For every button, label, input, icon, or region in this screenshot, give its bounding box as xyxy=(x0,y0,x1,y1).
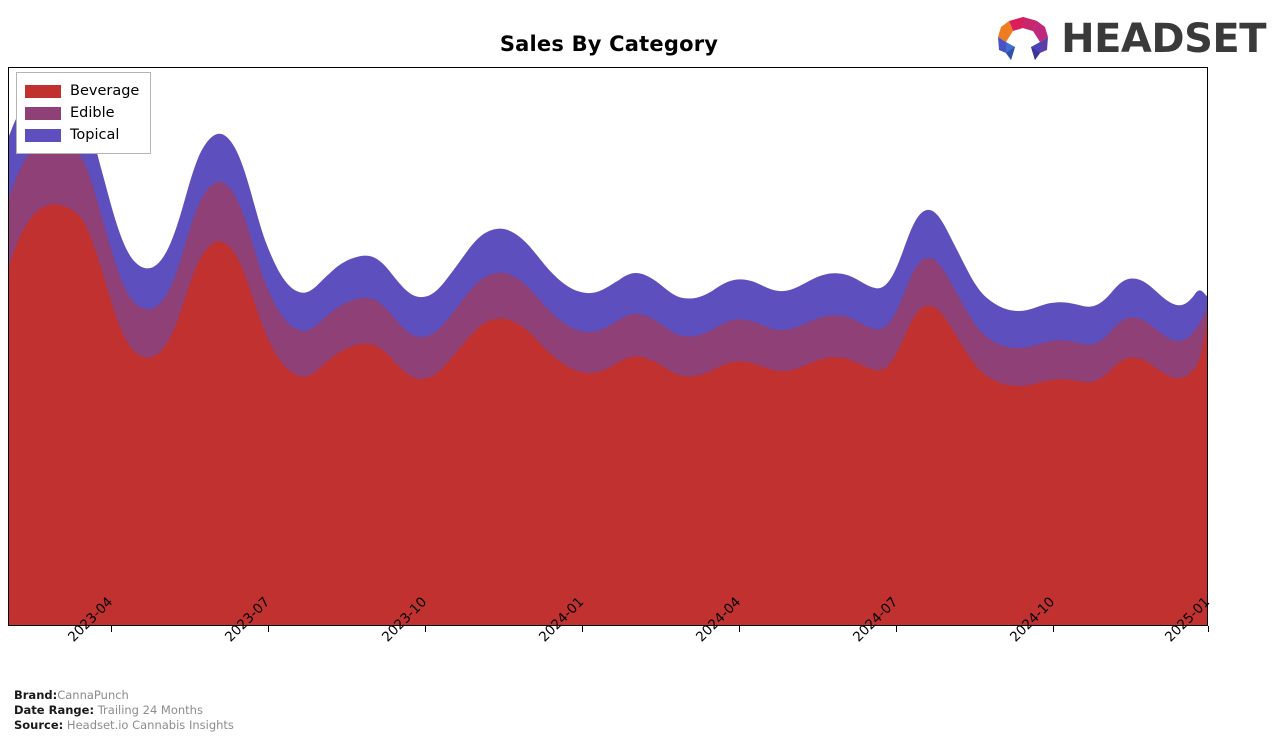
x-tick-mark xyxy=(582,626,583,632)
chart-plot-area xyxy=(8,67,1208,626)
legend-item-edible[interactable]: Edible xyxy=(25,102,139,124)
legend-item-beverage[interactable]: Beverage xyxy=(25,80,139,102)
x-tick-mark xyxy=(896,626,897,632)
footer-date-range-value: Trailing 24 Months xyxy=(97,703,203,717)
legend-label-edible: Edible xyxy=(70,104,115,121)
chart-footer: Brand:CannaPunch Date Range: Trailing 24… xyxy=(14,688,234,733)
headset-logo-text: HEADSET xyxy=(1061,16,1266,62)
headset-logo-mark xyxy=(998,17,1049,60)
x-tick-mark xyxy=(425,626,426,632)
legend-swatch-topical xyxy=(25,128,61,142)
footer-source: Source: Headset.io Cannabis Insights xyxy=(14,718,234,733)
footer-brand: Brand:CannaPunch xyxy=(14,688,234,703)
stacked-area-chart xyxy=(9,87,1207,625)
footer-source-label: Source: xyxy=(14,718,64,732)
x-tick-mark xyxy=(1053,626,1054,632)
x-tick-mark xyxy=(268,626,269,632)
x-axis: 2023-04 2023-07 2023-10 2024-01 2024-04 2024-… xyxy=(8,594,1213,686)
footer-source-value: Headset.io Cannabis Insights xyxy=(66,718,234,732)
x-tick-mark xyxy=(739,626,740,632)
footer-date-range: Date Range: Trailing 24 Months xyxy=(14,703,234,718)
x-tick-mark xyxy=(1208,626,1209,632)
legend-swatch-beverage xyxy=(25,84,61,98)
legend-label-topical: Topical xyxy=(70,126,120,143)
footer-date-range-label: Date Range: xyxy=(14,703,95,717)
headset-logo: HEADSET xyxy=(995,14,1266,64)
footer-brand-value: CannaPunch xyxy=(57,688,129,702)
legend-swatch-edible xyxy=(25,106,61,120)
legend-label-beverage: Beverage xyxy=(70,82,140,99)
x-tick-mark xyxy=(111,626,112,632)
chart-legend: Beverage Edible Topical xyxy=(16,72,152,154)
footer-brand-label: Brand: xyxy=(14,688,58,702)
legend-item-topical[interactable]: Topical xyxy=(25,124,139,146)
